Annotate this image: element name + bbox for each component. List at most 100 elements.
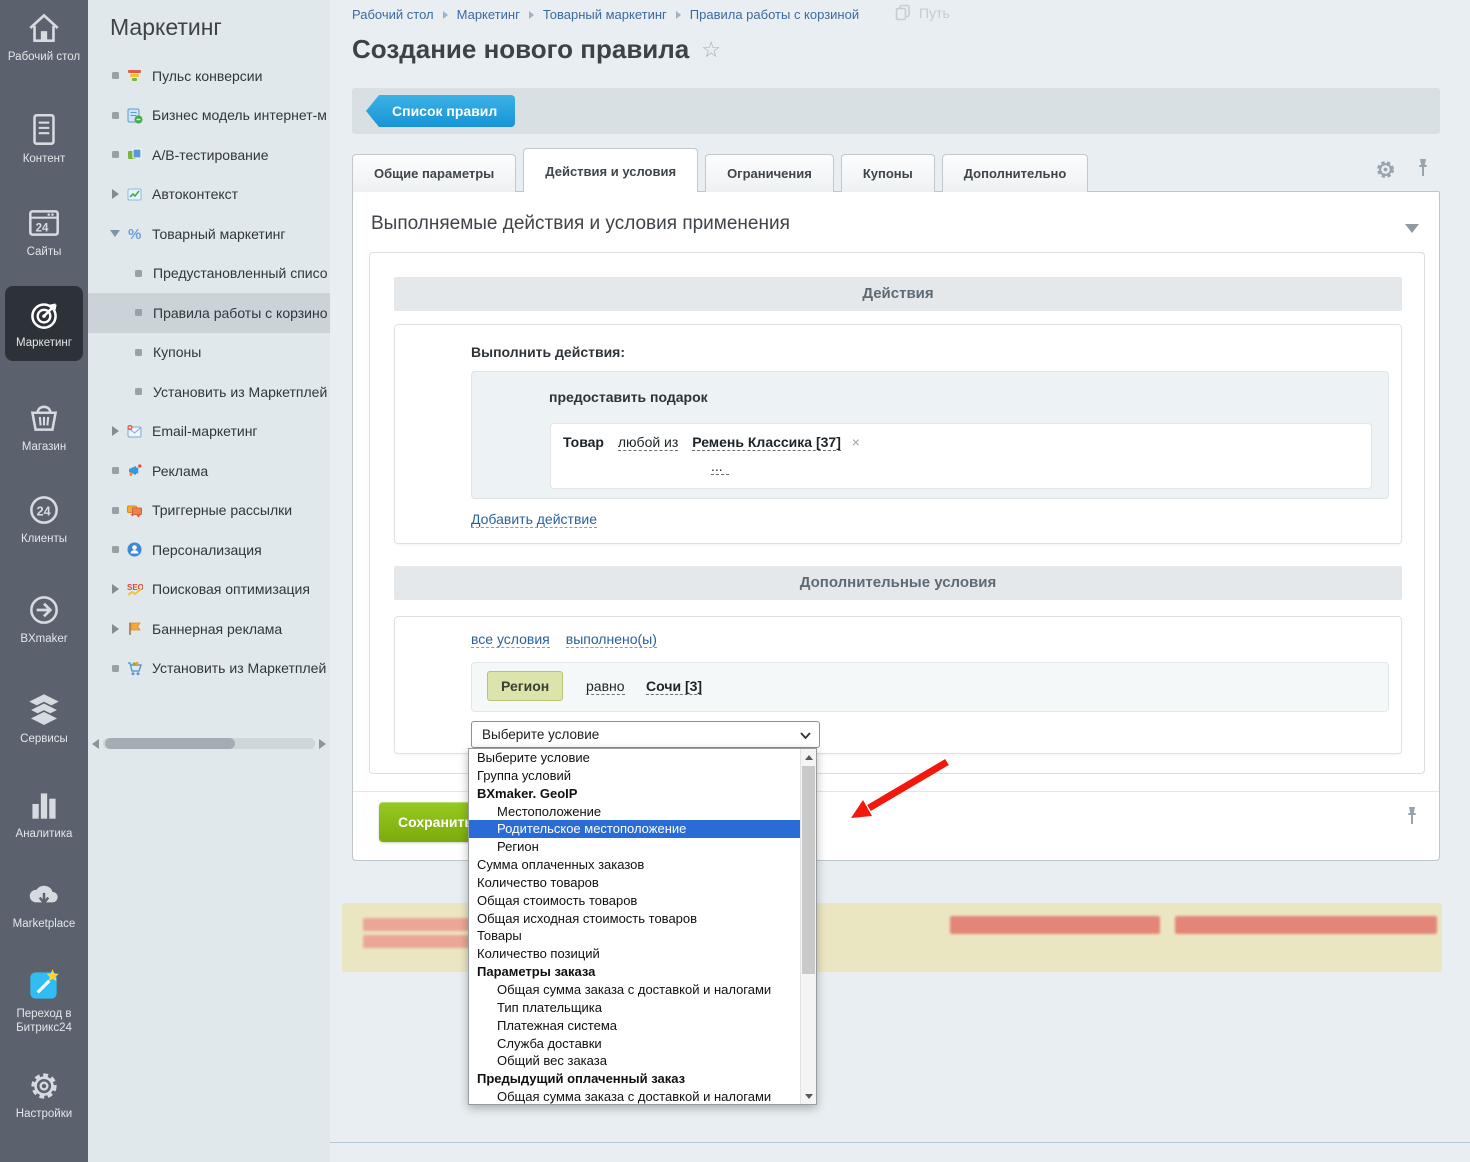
breadcrumb-link[interactable]: Рабочий стол [352, 7, 434, 22]
bullet-icon [112, 151, 119, 158]
rail-label: Сайты [27, 246, 62, 260]
remove-product-icon[interactable]: × [852, 434, 860, 450]
seo-icon: SEO [126, 581, 143, 598]
menu-item-email-marketing[interactable]: Email-маркетинг [88, 412, 330, 452]
rail-item-content[interactable]: Контент [0, 110, 88, 167]
rail-item-bxmaker[interactable]: BXmaker [0, 590, 88, 647]
add-more-products-link[interactable]: ... [711, 458, 729, 475]
conditions-header: Дополнительные условия [394, 566, 1402, 600]
condition-select[interactable]: Выберите условие [471, 721, 820, 748]
scroll-down-arrow-icon[interactable] [801, 1088, 817, 1104]
dropdown-option[interactable]: Платежная система [469, 1017, 816, 1035]
menu-item-label: Пульс конверсии [152, 68, 262, 84]
rail-item-services[interactable]: Сервисы [0, 690, 88, 747]
bullet-icon [135, 349, 142, 356]
tab-restrictions[interactable]: Ограничения [705, 154, 834, 192]
product-value-link[interactable]: Ремень Классика [37] [692, 434, 841, 451]
services-layers-icon [24, 690, 64, 730]
menu-item-trigger-mailings[interactable]: Триггерные рассылки [88, 491, 330, 531]
menu-item-product-marketing[interactable]: % Товарный маркетинг [88, 214, 330, 254]
rail-item-desktop[interactable]: Рабочий стол [0, 8, 88, 65]
rail-item-shop[interactable]: Магазин [0, 398, 88, 455]
breadcrumb-link[interactable]: Товарный маркетинг [543, 7, 667, 22]
condition-operator-link[interactable]: равно [586, 678, 625, 695]
menu-item-personalization[interactable]: Персонализация [88, 530, 330, 570]
rail-item-analytics[interactable]: Аналитика [0, 785, 88, 842]
perform-actions-label: Выполнить действия: [471, 344, 625, 360]
rail-label: Магазин [22, 441, 66, 455]
rail-item-settings[interactable]: Настройки [0, 1065, 88, 1122]
menu-horizontal-scrollbar [92, 736, 326, 751]
scroll-right-arrow-icon[interactable] [319, 739, 326, 749]
tab-coupons[interactable]: Купоны [841, 154, 935, 192]
pin-icon[interactable] [1414, 158, 1432, 178]
collapse-section-icon[interactable] [1405, 224, 1419, 233]
any-of-link[interactable]: любой из [618, 434, 678, 451]
favorite-star-icon[interactable]: ☆ [701, 37, 721, 63]
dropdown-option[interactable]: Общая стоимость товаров [469, 892, 816, 910]
scrollbar-thumb[interactable] [802, 766, 815, 974]
chevron-down-icon [110, 230, 120, 237]
dropdown-option[interactable]: Общая исходная стоимость товаров [469, 910, 816, 928]
dropdown-option[interactable]: Местоположение [469, 803, 816, 821]
menu-item-preset-list[interactable]: Предустановленный списо [88, 254, 330, 294]
menu-item-install-marketplace-2[interactable]: Установить из Маркетплей [88, 649, 330, 689]
menu-item-label: Бизнес модель интернет-м [152, 107, 327, 123]
marketing-menu: Маркетинг Пульс конверсии Бизнес модель … [88, 0, 330, 1162]
rail-label: Аналитика [16, 828, 73, 842]
menu-item-install-marketplace-1[interactable]: Установить из Маркетплей [88, 372, 330, 412]
path-toggle[interactable]: Путь [895, 4, 950, 21]
dropdown-group: Параметры заказа [469, 963, 816, 981]
dropdown-option[interactable]: Служба доставки [469, 1035, 816, 1053]
menu-item-ads[interactable]: Реклама [88, 451, 330, 491]
rail-item-marketing[interactable]: Маркетинг [5, 286, 83, 361]
funnel-icon [126, 67, 143, 84]
dropdown-option-selected[interactable]: Родительское местоположение [469, 820, 816, 838]
bullet-icon [135, 309, 142, 316]
tab-settings-gear-icon[interactable] [1376, 160, 1395, 179]
scroll-left-arrow-icon[interactable] [92, 739, 99, 749]
all-conditions-link[interactable]: все условия [471, 631, 550, 648]
breadcrumb-link[interactable]: Маркетинг [457, 7, 520, 22]
dropdown-option[interactable]: Группа условий [469, 767, 816, 785]
dropdown-option[interactable]: Общий вес заказа [469, 1052, 816, 1070]
breadcrumb-link[interactable]: Правила работы с корзиной [690, 7, 859, 22]
rail-label: Сервисы [20, 733, 68, 747]
dropdown-option[interactable]: Выберите условие [469, 749, 816, 767]
dropdown-option[interactable]: Сумма оплаченных заказов [469, 856, 816, 874]
dropdown-option[interactable]: Тип плательщика [469, 999, 816, 1017]
rail-item-bitrix24[interactable]: Переход в Битрикс24 [0, 965, 88, 1036]
condition-field-badge[interactable]: Регион [487, 671, 563, 701]
menu-item-ab-testing[interactable]: A/B-тестирование [88, 135, 330, 175]
dropdown-option[interactable]: Общая сумма заказа с доставкой и налогам… [469, 981, 816, 999]
dropdown-option[interactable]: Регион [469, 838, 816, 856]
menu-item-business-model[interactable]: Бизнес модель интернет-м [88, 96, 330, 136]
scrollbar-thumb[interactable] [105, 738, 235, 749]
menu-item-banner-ads[interactable]: Баннерная реклама [88, 609, 330, 649]
dropdown-option[interactable]: Количество позиций [469, 945, 816, 963]
menu-item-conversion-pulse[interactable]: Пульс конверсии [88, 56, 330, 96]
bullet-icon [112, 665, 119, 672]
menu-item-seo[interactable]: SEO Поисковая оптимизация [88, 570, 330, 610]
dropdown-option[interactable]: Товары [469, 927, 816, 945]
rail-item-clients[interactable]: 24 Клиенты [0, 490, 88, 547]
rail-item-sites[interactable]: 24 Сайты [0, 203, 88, 260]
dropdown-group: Предыдущий оплаченный заказ [469, 1070, 816, 1088]
pin-icon[interactable] [1403, 806, 1421, 826]
context-toolbar: Список правил [352, 88, 1440, 134]
tab-additional[interactable]: Дополнительно [942, 154, 1089, 192]
dropdown-option[interactable]: Количество товаров [469, 874, 816, 892]
menu-item-cart-rules[interactable]: Правила работы с корзино [88, 293, 330, 333]
menu-item-coupons[interactable]: Купоны [88, 333, 330, 373]
menu-item-autocontext[interactable]: Автоконтекст [88, 175, 330, 215]
tab-general[interactable]: Общие параметры [352, 154, 516, 192]
rail-item-marketplace[interactable]: Marketplace [0, 875, 88, 932]
condition-value-link[interactable]: Сочи [3] [646, 678, 702, 695]
fulfilled-link[interactable]: выполнено(ы) [566, 631, 657, 648]
tab-actions-conditions[interactable]: Действия и условия [523, 148, 698, 192]
rules-list-button[interactable]: Список правил [366, 95, 515, 127]
dropdown-option[interactable]: Общая сумма заказа с доставкой и налогам… [469, 1088, 816, 1105]
menu-item-label: Email-маркетинг [152, 423, 258, 439]
scroll-up-arrow-icon[interactable] [801, 749, 817, 765]
add-action-link[interactable]: Добавить действие [471, 511, 597, 528]
